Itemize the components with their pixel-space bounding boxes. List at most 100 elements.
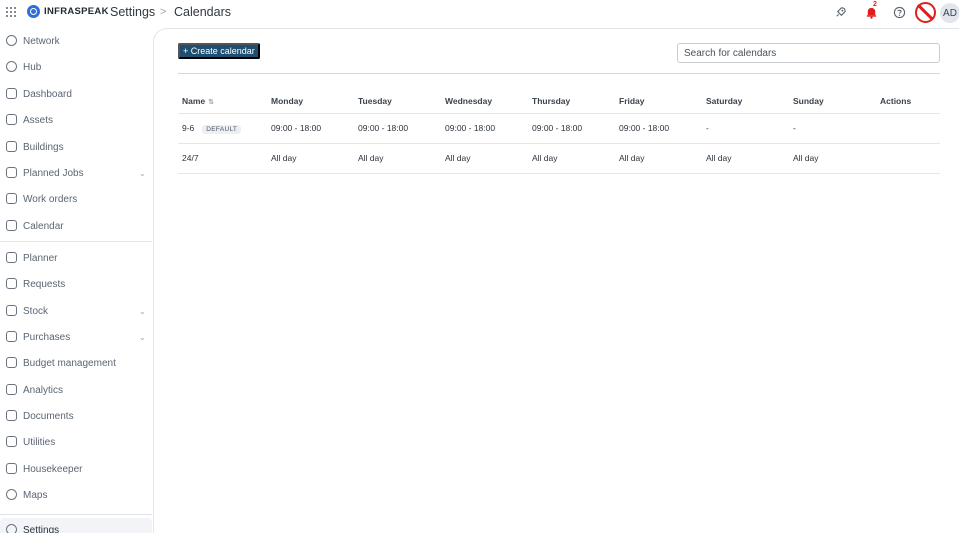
sidebar-item-label: Documents — [23, 410, 74, 422]
table-cell: All day — [528, 142, 615, 174]
logo-text: INFRASPEAK — [44, 6, 109, 17]
sidebar-item-label: Purchases — [23, 331, 71, 343]
table-cell: 09:00 - 18:00 — [267, 112, 354, 143]
analytics-icon — [6, 384, 17, 395]
sidebar-item-label: Work orders — [23, 193, 78, 205]
column-header-actions: Actions — [880, 95, 912, 106]
map-pin-icon — [6, 489, 17, 500]
sidebar-item-budget-management[interactable]: Budget management — [0, 351, 152, 375]
sidebar-item-assets[interactable]: Assets — [0, 108, 152, 132]
actions-cell[interactable] — [876, 112, 940, 143]
sidebar-item-planner[interactable]: Planner — [0, 246, 152, 270]
sidebar-item-label: Settings — [23, 524, 60, 533]
table-cell: - — [789, 112, 876, 143]
blocked-icon[interactable] — [915, 2, 936, 23]
table-row[interactable]: 9-6 DEFAULT 09:00 - 18:00 09:00 - 18:00 0… — [178, 112, 940, 143]
actions-cell[interactable] — [876, 142, 940, 174]
housekeeper-icon — [6, 463, 17, 474]
apps-grid-icon[interactable] — [6, 7, 16, 17]
sidebar-item-label: Maps — [23, 489, 48, 501]
sidebar-item-buildings[interactable]: Buildings — [0, 135, 152, 159]
table-cell: - — [702, 112, 789, 143]
requests-icon — [6, 278, 17, 289]
table-cell: All day — [441, 142, 528, 174]
sidebar-item-hub[interactable]: Hub — [0, 55, 152, 79]
divider — [178, 73, 940, 74]
sidebar-item-work-orders[interactable]: Work orders — [0, 187, 152, 211]
budget-icon — [6, 357, 17, 368]
sidebar-item-label: Housekeeper — [23, 463, 83, 475]
table-cell: 09:00 - 18:00 — [354, 112, 441, 143]
sidebar-item-documents[interactable]: Documents — [0, 404, 152, 428]
sidebar-divider — [0, 241, 152, 242]
dashboard-icon — [6, 88, 17, 99]
sidebar-item-purchases[interactable]: Purchases ⌄ — [0, 325, 152, 349]
rocket-icon[interactable] — [834, 6, 847, 19]
table-row[interactable]: 24/7 All day All day All day All day All… — [178, 142, 940, 174]
sidebar: Network Hub Dashboard Assets Buildings P… — [0, 28, 152, 533]
sidebar-item-settings[interactable]: Settings — [0, 518, 152, 533]
column-header-wednesday: Wednesday — [445, 95, 493, 106]
sidebar-item-network[interactable]: Network — [0, 29, 152, 53]
documents-icon — [6, 410, 17, 421]
sidebar-item-requests[interactable]: Requests — [0, 272, 152, 296]
sidebar-item-label: Utilities — [23, 436, 56, 448]
table-cell: All day — [615, 142, 702, 174]
sidebar-item-calendar[interactable]: Calendar — [0, 214, 152, 238]
calendar-icon — [6, 220, 17, 231]
work-orders-icon — [6, 193, 17, 204]
settings-icon — [6, 524, 17, 533]
sidebar-item-label: Analytics — [23, 384, 64, 396]
sort-icon[interactable]: ⇅ — [208, 99, 214, 106]
assets-icon — [6, 114, 17, 125]
sidebar-item-analytics[interactable]: Analytics — [0, 378, 152, 402]
chevron-down-icon[interactable]: ⌄ — [139, 333, 146, 342]
calendar-name[interactable]: 9-6 — [182, 123, 194, 133]
table-cell: All day — [702, 142, 789, 174]
help-icon[interactable] — [893, 6, 906, 19]
logo-icon — [27, 5, 40, 18]
column-header-name[interactable]: Name ⇅ — [178, 89, 267, 113]
calendar-name-cell: 24/7 — [178, 142, 267, 174]
sidebar-item-label: Buildings — [23, 141, 64, 153]
calendar-name-cell: 9-6 DEFAULT — [178, 112, 267, 143]
table-cell: 09:00 - 18:00 — [528, 112, 615, 143]
breadcrumb-separator: > — [160, 6, 167, 18]
sidebar-item-dashboard[interactable]: Dashboard — [0, 82, 152, 106]
column-header-tuesday: Tuesday — [358, 95, 392, 106]
avatar[interactable]: AD — [940, 3, 959, 23]
table-cell: All day — [267, 142, 354, 174]
sidebar-item-maps[interactable]: Maps — [0, 483, 152, 507]
utilities-icon — [6, 436, 17, 447]
search-input[interactable] — [677, 43, 940, 63]
breadcrumb-current: Calendars — [174, 5, 231, 19]
app-logo[interactable]: INFRASPEAK — [27, 5, 109, 18]
sidebar-item-label: Requests — [23, 278, 66, 290]
column-header-saturday: Saturday — [706, 95, 743, 106]
table-cell: 09:00 - 18:00 — [441, 112, 528, 143]
create-calendar-button[interactable]: + Create calendar — [178, 43, 260, 59]
stock-icon — [6, 305, 17, 316]
table-cell: All day — [354, 142, 441, 174]
main-panel: + Create calendar Name⇅ Monday Tuesday W… — [153, 28, 959, 533]
sidebar-item-label: Dashboard — [23, 88, 72, 100]
chevron-down-icon[interactable]: ⌄ — [139, 169, 146, 178]
chevron-down-icon[interactable]: ⌄ — [139, 307, 146, 316]
breadcrumb-settings[interactable]: Settings — [110, 5, 155, 19]
hub-icon — [6, 61, 17, 72]
sidebar-item-housekeeper[interactable]: Housekeeper — [0, 457, 152, 481]
sidebar-item-label: Calendar — [23, 220, 64, 232]
buildings-icon — [6, 141, 17, 152]
network-icon — [6, 35, 17, 46]
sidebar-item-label: Assets — [23, 114, 54, 126]
default-badge: DEFAULT — [202, 124, 242, 134]
table-cell: All day — [789, 142, 876, 174]
calendars-table: Name ⇅ Monday Tuesday Wednesday Thursday … — [178, 89, 940, 174]
sidebar-item-label: Stock — [23, 305, 49, 317]
column-header-thursday: Thursday — [532, 95, 571, 106]
calendar-name[interactable]: 24/7 — [182, 153, 199, 163]
sidebar-item-stock[interactable]: Stock ⌄ — [0, 299, 152, 323]
sidebar-item-utilities[interactable]: Utilities — [0, 430, 152, 454]
sidebar-item-planned-jobs[interactable]: Planned Jobs ⌄ — [0, 161, 152, 185]
column-header-monday: Monday — [271, 95, 304, 106]
